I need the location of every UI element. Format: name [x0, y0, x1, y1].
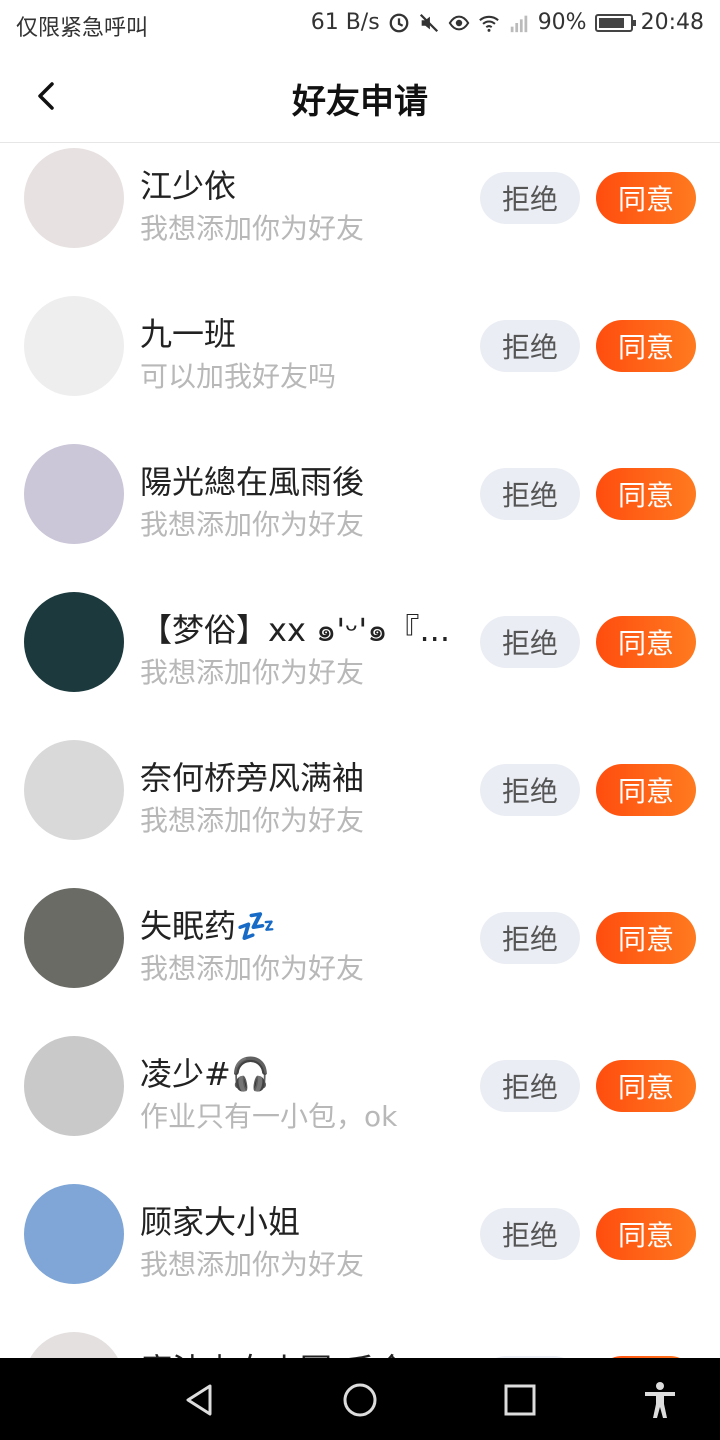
reject-button[interactable]: 拒绝 — [480, 616, 580, 668]
reject-button[interactable]: 拒绝 — [480, 1060, 580, 1112]
home-circle-icon[interactable] — [340, 1380, 380, 1420]
friend-request-list[interactable]: 江少依 我想添加你为好友 拒绝 同意 九一班 可以加我好友吗 拒绝 同意 陽光總在風雨後 我想添加… — [0, 143, 720, 1358]
requester-name: 江少依 — [140, 167, 237, 205]
agree-button[interactable]: 同意 — [596, 764, 696, 816]
back-triangle-icon[interactable] — [180, 1380, 220, 1420]
mute-icon — [419, 13, 438, 32]
friend-request-item[interactable]: 顾家大小姐我想添加你为好友 拒绝 同意 — [0, 1179, 720, 1327]
requester-name: 奈何桥旁风满袖 — [140, 759, 365, 797]
avatar[interactable] — [24, 592, 124, 692]
request-message: 我想添加你为好友 — [140, 212, 365, 245]
friend-request-item[interactable]: 失眠药💤 我想添加你为好友 拒绝 同意 — [0, 883, 720, 1031]
battery-percent: 90% — [537, 10, 587, 35]
agree-button[interactable]: 同意 — [596, 468, 696, 520]
requester-name: 失眠药💤 — [140, 907, 276, 945]
agree-button[interactable]: 同意 — [596, 1060, 696, 1112]
eye-comfort-icon — [448, 15, 470, 30]
request-message: 可以加我好友吗 — [140, 360, 337, 393]
status-icons: 61 B/s 90% 20:48 — [311, 10, 704, 35]
system-nav-bar — [0, 1358, 720, 1440]
reject-button[interactable]: 拒绝 — [480, 764, 580, 816]
request-message: 我想添加你为好友 — [140, 656, 365, 689]
avatar[interactable] — [24, 1332, 124, 1358]
friend-request-item[interactable]: 江少依我想添加你为好友 拒绝 同意 — [0, 143, 720, 291]
request-message: 我想添加你为好友 — [140, 508, 365, 541]
agree-button[interactable]: 同意 — [596, 172, 696, 224]
request-message: 我想添加你为好友 — [140, 952, 365, 985]
friend-request-item[interactable]: 魔法少女小圆-千金拒绝同意 — [0, 1327, 720, 1358]
friend-request-item[interactable]: 凌少#🎧 作业只有一小包，ok 拒绝 同意 — [0, 1031, 720, 1179]
avatar[interactable] — [24, 740, 124, 840]
request-message: 我想添加你为好友 — [140, 1248, 365, 1281]
requester-name: 凌少#🎧 — [140, 1055, 271, 1093]
requester-name: 九一班 — [140, 315, 237, 353]
friend-request-item[interactable]: 陽光總在風雨後我想添加你为好友 拒绝 同意 — [0, 439, 720, 587]
recents-square-icon[interactable] — [500, 1380, 540, 1420]
data-saver-icon — [389, 13, 409, 32]
request-message: 作业只有一小包，ok — [140, 1100, 398, 1133]
agree-button[interactable]: 同意 — [596, 912, 696, 964]
reject-button[interactable]: 拒绝 — [480, 912, 580, 964]
avatar[interactable] — [24, 296, 124, 396]
page-title: 好友申请 — [292, 82, 428, 122]
status-bar: 仅限紧急呼叫 61 B/s 90% 20:48 — [0, 0, 720, 50]
friend-request-item[interactable]: 【梦俗】xx ๑'ᵕ'๑『... 我想添加你为好友 拒绝 同意 — [0, 587, 720, 735]
reject-button[interactable]: 拒绝 — [480, 172, 580, 224]
requester-name: 魔法少女小圆-千金 — [140, 1345, 460, 1358]
avatar[interactable] — [24, 1184, 124, 1284]
network-speed: 61 B/s — [310, 10, 380, 35]
header: 好友申请 — [0, 52, 720, 143]
request-message: 我想添加你为好友 — [140, 804, 365, 837]
avatar[interactable] — [24, 148, 124, 248]
carrier-text: 仅限紧急呼叫 — [16, 16, 149, 41]
battery-icon — [594, 13, 636, 32]
friend-request-item[interactable]: 奈何桥旁风满袖我想添加你为好友 拒绝 同意 — [0, 735, 720, 883]
avatar[interactable] — [24, 888, 124, 988]
agree-button[interactable]: 同意 — [596, 616, 696, 668]
clock: 20:48 — [640, 10, 704, 35]
agree-button[interactable]: 同意 — [596, 1208, 696, 1260]
wifi-icon — [478, 15, 499, 32]
requester-name: 【梦俗】xx ๑'ᵕ'๑『... — [140, 611, 451, 649]
requester-name: 顾家大小姐 — [140, 1203, 301, 1241]
accessibility-icon[interactable] — [640, 1380, 680, 1420]
reject-button[interactable]: 拒绝 — [480, 468, 580, 520]
friend-request-item[interactable]: 九一班可以加我好友吗 拒绝 同意 — [0, 291, 720, 439]
reject-button[interactable]: 拒绝 — [480, 1208, 580, 1260]
agree-button[interactable]: 同意 — [596, 320, 696, 372]
avatar[interactable] — [24, 1036, 124, 1136]
signal-icon — [510, 15, 527, 32]
avatar[interactable] — [24, 444, 124, 544]
reject-button[interactable]: 拒绝 — [480, 320, 580, 372]
requester-name: 陽光總在風雨後 — [140, 463, 365, 501]
